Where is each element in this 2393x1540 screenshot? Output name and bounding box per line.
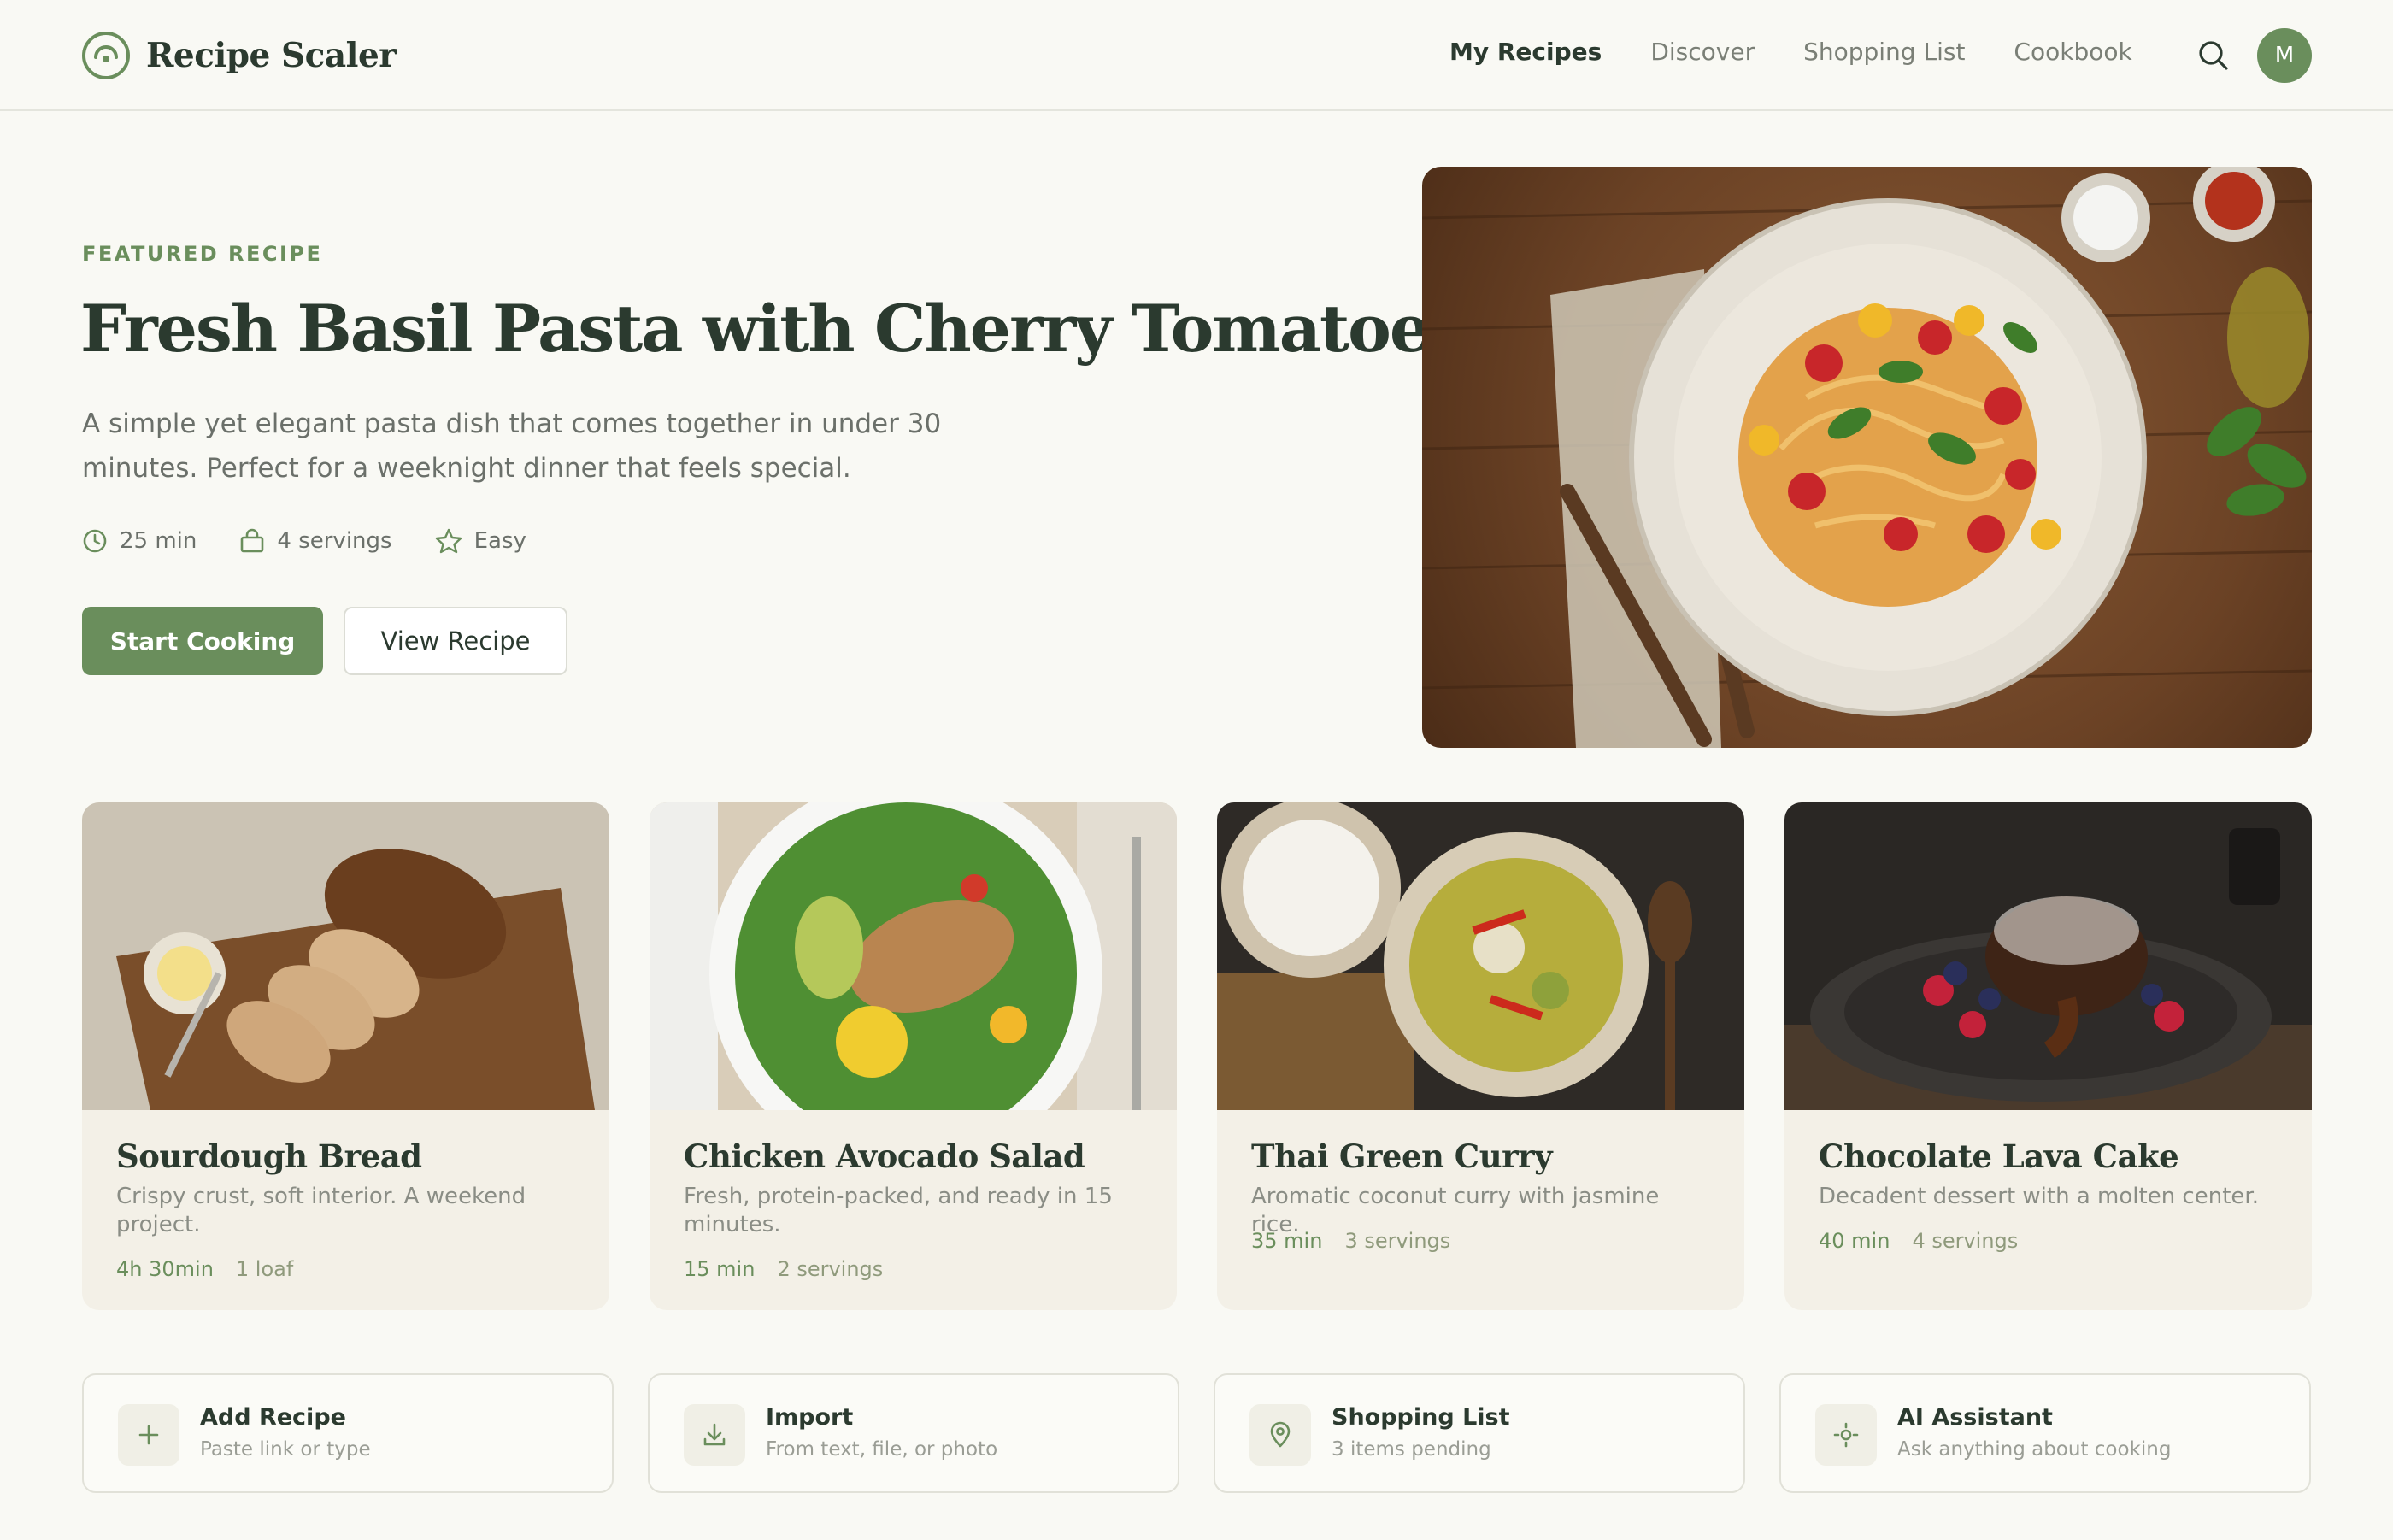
card-title: Thai Green Curry [1251, 1137, 1553, 1175]
plus-icon [118, 1404, 179, 1466]
action-subtitle: Paste link or type [200, 1438, 371, 1461]
main-nav: My Recipes Discover Shopping List Cookbo… [1449, 38, 2181, 66]
bag-icon [241, 528, 264, 553]
sparkle-icon [1815, 1404, 1877, 1466]
user-avatar[interactable]: M [2257, 28, 2312, 83]
ai-assistant-action[interactable]: AI Assistant Ask anything about cooking [1779, 1373, 2311, 1493]
card-title: Chicken Avocado Salad [684, 1137, 1085, 1175]
action-title: Add Recipe [200, 1404, 346, 1431]
sourdough-bread-image [82, 802, 609, 1110]
action-subtitle: Ask anything about cooking [1897, 1438, 2172, 1461]
card-yield: 2 servings [777, 1257, 884, 1281]
start-cooking-button[interactable]: Start Cooking [82, 607, 323, 675]
meta-time: 25 min [82, 528, 197, 554]
recipe-card-thai-green-curry[interactable]: Thai Green Curry Aromatic coconut curry … [1217, 802, 1744, 1310]
action-subtitle: From text, file, or photo [766, 1438, 998, 1461]
card-title: Sourdough Bread [116, 1137, 422, 1175]
nav-discover[interactable]: Discover [1650, 38, 1755, 66]
card-meta: 40 min 4 servings [1819, 1229, 2040, 1253]
action-title: Shopping List [1332, 1404, 1510, 1431]
top-bar: Recipe Scaler My Recipes Discover Shoppi… [0, 0, 2393, 111]
app-name: Recipe Scaler [146, 36, 397, 75]
meta-difficulty-label: Easy [473, 528, 526, 554]
action-title: Import [766, 1404, 854, 1431]
hero-pasta-image [1422, 167, 2312, 748]
card-title: Chocolate Lava Cake [1819, 1137, 2179, 1175]
add-recipe-action[interactable]: Add Recipe Paste link or type [82, 1373, 614, 1493]
location-pin-icon [1249, 1404, 1311, 1466]
nav-shopping-list[interactable]: Shopping List [1803, 38, 1965, 66]
nav-cookbook[interactable]: Cookbook [2014, 38, 2131, 66]
card-time: 35 min [1251, 1229, 1323, 1253]
star-icon [435, 528, 462, 554]
chicken-avocado-salad-image [650, 802, 1177, 1170]
meta-difficulty: Easy [435, 528, 526, 554]
meta-servings-label: 4 servings [277, 528, 392, 554]
meta-time-label: 25 min [120, 528, 197, 554]
card-yield: 1 loaf [235, 1257, 294, 1281]
download-icon [684, 1404, 745, 1466]
card-meta: 15 min 2 servings [684, 1257, 905, 1281]
clock-icon [83, 529, 107, 553]
card-meta: 35 min 3 servings [1251, 1229, 1473, 1253]
recipe-card-chocolate-lava-cake[interactable]: Chocolate Lava Cake Decadent dessert wit… [1784, 802, 2312, 1310]
view-recipe-button[interactable]: View Recipe [344, 607, 567, 675]
card-meta: 4h 30min 1 loaf [116, 1257, 315, 1281]
hero-title: Fresh Basil Pasta with Cherry Tomatoes [80, 291, 1466, 367]
action-title: AI Assistant [1897, 1404, 2053, 1431]
logo[interactable]: Recipe Scaler [81, 31, 397, 80]
hero-meta: 25 min 4 servings Easy [82, 528, 569, 554]
card-time: 4h 30min [116, 1257, 214, 1281]
action-subtitle: 3 items pending [1332, 1438, 1491, 1461]
nav-my-recipes[interactable]: My Recipes [1449, 38, 1602, 66]
shopping-list-action[interactable]: Shopping List 3 items pending [1214, 1373, 1745, 1493]
card-yield: 3 servings [1344, 1229, 1451, 1253]
card-time: 15 min [684, 1257, 756, 1281]
card-yield: 4 servings [1912, 1229, 2019, 1253]
card-description: Fresh, protein-packed, and ready in 15 m… [684, 1184, 1113, 1237]
recipe-card-sourdough-bread[interactable]: Sourdough Bread Crispy crust, soft inter… [82, 802, 609, 1310]
card-description: Decadent dessert with a molten center. [1819, 1184, 2259, 1209]
recipe-card-chicken-avocado-salad[interactable]: Chicken Avocado Salad Fresh, protein-pac… [650, 802, 1177, 1310]
chocolate-lava-cake-image [1784, 802, 2312, 1110]
search-icon[interactable] [2196, 38, 2231, 73]
logo-icon [82, 32, 130, 79]
card-description: Crispy crust, soft interior. A weekend p… [116, 1184, 526, 1237]
thai-green-curry-image [1217, 802, 1744, 1110]
import-action[interactable]: Import From text, file, or photo [648, 1373, 1179, 1493]
featured-label: FEATURED RECIPE [82, 242, 323, 266]
card-time: 40 min [1819, 1229, 1890, 1253]
hero-description: A simple yet elegant pasta dish that com… [82, 409, 942, 484]
meta-servings: 4 servings [239, 528, 392, 554]
